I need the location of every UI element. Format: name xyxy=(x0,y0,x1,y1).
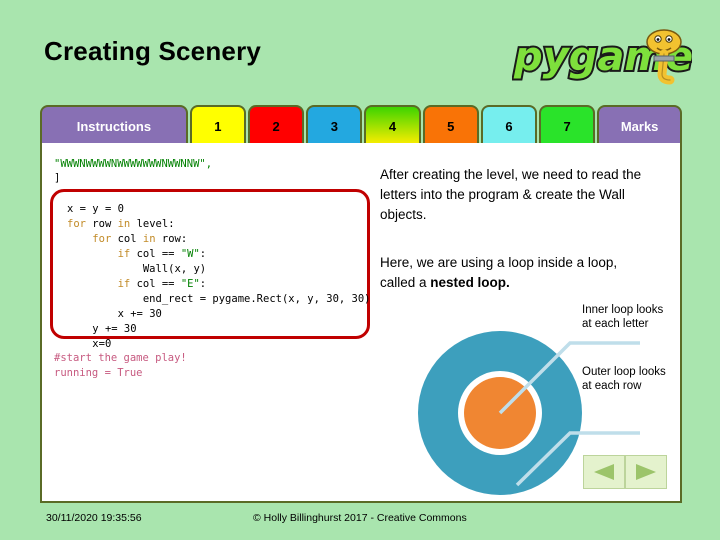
arrow-right-icon xyxy=(636,464,656,480)
pygame-logo: pygame xyxy=(512,28,692,86)
tab-3[interactable]: 3 xyxy=(306,105,363,145)
tab-label: 7 xyxy=(563,118,571,134)
tab-marks[interactable]: Marks xyxy=(597,105,682,145)
explanation-paragraph-2: Here, we are using a loop inside a loop,… xyxy=(380,253,652,293)
content-panel: "WWWNWWWWNWWWWWWWNWWNNW",] x = y = 0 for … xyxy=(40,143,682,503)
code-snippet-bottom: #start the game play! running = True xyxy=(54,352,187,379)
tab-6[interactable]: 6 xyxy=(480,105,538,145)
page-title: Creating Scenery xyxy=(44,36,262,66)
tab-1[interactable]: 1 xyxy=(189,105,247,145)
tab-2[interactable]: 2 xyxy=(248,105,305,145)
next-slide-button[interactable] xyxy=(625,455,667,489)
tab-label: 5 xyxy=(447,118,455,134)
footer-credit: © Holly Billinghurst 2017 - Creative Com… xyxy=(253,512,467,524)
tab-bar[interactable]: Instructions 1 2 3 4 5 6 7 Marks xyxy=(40,103,682,145)
tab-5[interactable]: 5 xyxy=(422,105,479,145)
inner-loop-callout: Inner loop looks at each letter xyxy=(582,304,664,330)
tab-label: 6 xyxy=(505,118,513,134)
code-snippet-top: "WWWNWWWWNWWWWWWWNWWNNW",] xyxy=(54,158,213,184)
outer-loop-callout: Outer loop looks at each row xyxy=(582,366,666,392)
tab-label: Instructions xyxy=(76,118,152,134)
nested-loop-emphasis: nested loop. xyxy=(430,275,510,290)
tab-4[interactable]: 4 xyxy=(364,105,421,145)
explanation-paragraph-1: After creating the level, we need to rea… xyxy=(380,167,642,222)
previous-slide-button[interactable] xyxy=(583,455,625,489)
tab-label: 4 xyxy=(388,118,397,134)
footer-timestamp: 30/11/2020 19:35:56 xyxy=(46,512,142,524)
tab-label: 2 xyxy=(272,118,280,134)
navigation-buttons[interactable] xyxy=(583,455,667,489)
tab-7[interactable]: 7 xyxy=(539,105,596,145)
tab-instructions[interactable]: Instructions xyxy=(40,105,188,145)
tab-label: Marks xyxy=(620,118,659,134)
code-snippet-main: x = y = 0 for row in level: for col in ro… xyxy=(67,203,371,350)
tab-label: 1 xyxy=(214,118,222,134)
arrow-left-icon xyxy=(594,464,614,480)
tab-label: 3 xyxy=(330,118,338,134)
code-highlight-box: x = y = 0 for row in level: for col in ro… xyxy=(50,189,371,350)
